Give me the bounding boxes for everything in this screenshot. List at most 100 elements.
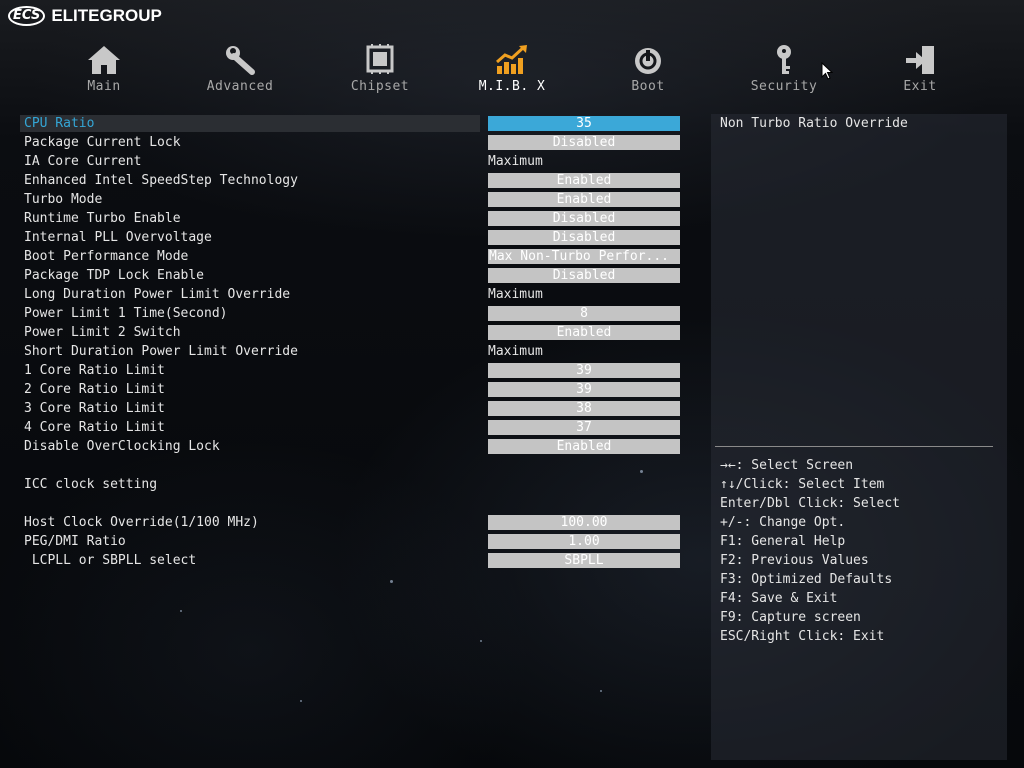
setting-label: 1 Core Ratio Limit — [24, 363, 165, 378]
setting-label: 3 Core Ratio Limit — [24, 401, 165, 416]
chip-icon — [366, 44, 394, 74]
key-hint: ↑↓/Click: Select Item — [720, 477, 885, 492]
ecs-logo: ECS ELITEGROUP — [8, 5, 162, 27]
tab-main[interactable]: Main — [49, 40, 159, 98]
setting-row[interactable]: Package TDP Lock Enable Disabled — [20, 266, 690, 285]
tab-boot-label: Boot — [631, 79, 665, 94]
setting-row[interactable]: ICC clock setting — [20, 475, 690, 494]
setting-row[interactable]: 2 Core Ratio Limit 39 — [20, 380, 690, 399]
setting-value-field[interactable]: Enabled — [488, 192, 680, 207]
setting-row[interactable]: PEG/DMI Ratio 1.00 — [20, 532, 690, 551]
tab-security-label: Security — [750, 79, 818, 94]
setting-label: Boot Performance Mode — [24, 249, 189, 264]
help-description: Non Turbo Ratio Override — [720, 116, 908, 131]
setting-label: Host Clock Override(1/100 MHz) — [24, 515, 259, 530]
help-divider — [715, 446, 993, 447]
setting-value-field[interactable]: 100.00 — [488, 515, 680, 530]
setting-value-text: Maximum — [488, 154, 543, 169]
setting-row[interactable]: Turbo Mode Enabled — [20, 190, 690, 209]
setting-label: 2 Core Ratio Limit — [24, 382, 165, 397]
key-hint: +/-: Change Opt. — [720, 515, 846, 530]
setting-value-field[interactable]: 1.00 — [488, 534, 680, 549]
setting-row[interactable]: Internal PLL Overvoltage Disabled — [20, 228, 690, 247]
tab-exit[interactable]: Exit — [865, 40, 975, 98]
setting-value-field[interactable]: 35 — [488, 116, 680, 131]
home-icon — [88, 46, 120, 74]
star-decoration — [300, 700, 302, 702]
key-hint: F2: Previous Values — [720, 553, 869, 568]
setting-value-field[interactable]: 8 — [488, 306, 680, 321]
star-decoration — [480, 640, 482, 642]
star-decoration — [180, 610, 182, 612]
tab-mib-x[interactable]: M.I.B. X — [457, 40, 567, 98]
tab-advanced[interactable]: Advanced — [185, 40, 295, 98]
chart-icon — [496, 45, 527, 74]
settings-list: CPU Ratio 35 Package Current Lock Disabled I… — [20, 114, 690, 570]
tab-advanced-label: Advanced — [206, 79, 274, 94]
setting-value-field[interactable]: 37 — [488, 420, 680, 435]
tab-chipset[interactable]: Chipset — [325, 40, 435, 98]
mouse-pointer-icon — [821, 62, 833, 80]
setting-label: ICC clock setting — [24, 477, 158, 492]
setting-label: Power Limit 2 Switch — [24, 325, 181, 340]
setting-value-field[interactable]: Disabled — [488, 268, 680, 283]
setting-row[interactable]: LCPLL or SBPLL select SBPLL — [20, 551, 690, 570]
setting-row[interactable]: Long Duration Power Limit Override Maximu… — [20, 285, 690, 304]
setting-row[interactable]: 3 Core Ratio Limit 38 — [20, 399, 690, 418]
setting-value-field[interactable]: Enabled — [488, 439, 680, 454]
setting-label: PEG/DMI Ratio — [24, 534, 126, 549]
setting-row[interactable]: IA Core Current Maximum — [20, 152, 690, 171]
key-hint: ESC/Right Click: Exit — [720, 629, 885, 644]
setting-label: Internal PLL Overvoltage — [24, 230, 212, 245]
setting-row[interactable]: Runtime Turbo Enable Disabled — [20, 209, 690, 228]
setting-value-field[interactable]: Enabled — [488, 325, 680, 340]
setting-value-field[interactable]: 38 — [488, 401, 680, 416]
tab-exit-label: Exit — [903, 79, 937, 94]
setting-value-field[interactable]: Max Non-Turbo Perfor... — [488, 249, 680, 264]
setting-label: LCPLL or SBPLL select — [24, 553, 197, 568]
power-icon — [635, 48, 661, 74]
setting-label: Power Limit 1 Time(Second) — [24, 306, 228, 321]
setting-value-field[interactable]: 39 — [488, 363, 680, 378]
setting-label: CPU Ratio — [24, 116, 95, 131]
setting-value-field[interactable]: SBPLL — [488, 553, 680, 568]
setting-value-field[interactable]: Enabled — [488, 173, 680, 188]
setting-row[interactable]: Power Limit 2 Switch Enabled — [20, 323, 690, 342]
ecs-logo-text: ELITEGROUP — [51, 6, 162, 25]
star-decoration — [390, 580, 393, 583]
setting-row[interactable]: 1 Core Ratio Limit 39 — [20, 361, 690, 380]
setting-value-field[interactable]: Disabled — [488, 135, 680, 150]
setting-label: Runtime Turbo Enable — [24, 211, 181, 226]
key-hint: F9: Capture screen — [720, 610, 861, 625]
exit-icon — [906, 46, 934, 74]
setting-value-field[interactable]: Disabled — [488, 211, 680, 226]
setting-row[interactable]: Power Limit 1 Time(Second) 8 — [20, 304, 690, 323]
key-hint: Enter/Dbl Click: Select — [720, 496, 901, 511]
setting-label: IA Core Current — [24, 154, 142, 169]
key-hint: F4: Save & Exit — [720, 591, 838, 606]
setting-row[interactable]: Boot Performance Mode Max Non-Turbo Perfo… — [20, 247, 690, 266]
setting-row[interactable]: Package Current Lock Disabled — [20, 133, 690, 152]
setting-value-field[interactable]: Disabled — [488, 230, 680, 245]
tab-mib-x-label: M.I.B. X — [478, 79, 546, 94]
setting-value-text: Maximum — [488, 344, 543, 359]
tab-boot[interactable]: Boot — [593, 40, 703, 98]
setting-label: Disable OverClocking Lock — [24, 439, 220, 454]
key-legend: →←: Select Screen ↑↓/Click: Select Item En… — [720, 456, 900, 646]
key-hint: F3: Optimized Defaults — [720, 572, 893, 587]
setting-label: Turbo Mode — [24, 192, 103, 207]
key-hint: →←: Select Screen — [720, 458, 854, 473]
setting-row[interactable]: Host Clock Override(1/100 MHz) 100.00 — [20, 513, 690, 532]
tab-chipset-label: Chipset — [350, 79, 410, 94]
setting-row — [20, 494, 690, 513]
setting-row[interactable]: Disable OverClocking Lock Enabled — [20, 437, 690, 456]
top-tab-bar: Main Advanced Chipset M.I.B. X Boot Secu… — [0, 40, 1024, 98]
setting-value-field[interactable]: 39 — [488, 382, 680, 397]
setting-row[interactable]: Enhanced Intel SpeedStep Technology Enabl… — [20, 171, 690, 190]
setting-label: 4 Core Ratio Limit — [24, 420, 165, 435]
setting-row — [20, 456, 690, 475]
setting-row[interactable]: 4 Core Ratio Limit 37 — [20, 418, 690, 437]
ecs-logo-mark: ECS — [8, 6, 46, 26]
setting-row[interactable]: CPU Ratio 35 — [20, 114, 690, 133]
setting-row[interactable]: Short Duration Power Limit Override Maxim… — [20, 342, 690, 361]
